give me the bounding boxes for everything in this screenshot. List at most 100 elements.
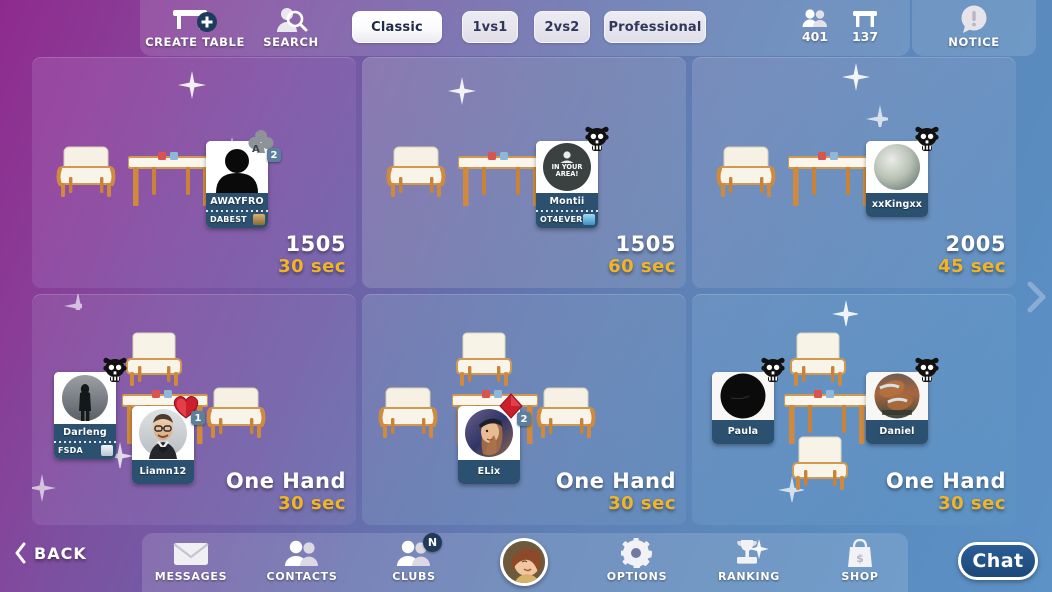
nav-label: CONTACTS [266,570,338,583]
table-card[interactable]: xxKingxx 2005 45 sec [692,57,1016,288]
table-list: A 2 AWAYFRO DABEST 1505 30 sec IN YOUR A… [32,57,1026,529]
table-info: One Hand 30 sec [886,469,1006,515]
table-time: 45 sec [938,256,1006,277]
table-info: 1505 30 sec [278,232,346,278]
svg-text:A: A [252,144,260,155]
create-table-button[interactable]: CREATE TABLE [145,0,245,56]
player-card[interactable]: 2 ELix [458,393,531,484]
top-toolbar: CREATE TABLE SEARCH Classic 1vs1 2vs2 Pr… [0,0,1052,56]
table-time: 30 sec [938,493,1006,514]
table-icon [853,11,877,27]
player-name: AWAYFRO [206,193,268,209]
player-name: Montii [536,193,598,209]
tables-open-value: 137 [851,29,879,44]
player-club: FSDA [54,444,116,459]
clubs-badge: N [423,533,442,552]
profile-avatar[interactable] [500,538,548,586]
create-table-label: CREATE TABLE [145,35,245,49]
mode-tab-2vs2[interactable]: 2vs2 [534,11,590,43]
nav-label: SHOP [841,570,879,583]
people-icon [802,9,827,27]
chevron-left-icon [15,542,26,564]
nav-label: MESSAGES [154,570,228,583]
player-name: xxKingxx [866,193,928,217]
player-card[interactable]: A 2 AWAYFRO DABEST [206,130,281,228]
back-label: BACK [34,543,87,563]
player-club: OT4EVER [536,213,598,228]
table-card[interactable]: 2 ELix One Hand 30 sec [362,294,686,525]
back-button[interactable]: BACK [14,542,87,564]
suit-badge-count: 2 [267,148,281,162]
nav-label: OPTIONS [606,570,668,583]
player-club: DABEST [206,213,268,228]
table-bet: 1505 [285,232,346,256]
table-time: 60 sec [608,256,676,277]
mode-tab-1vs1[interactable]: 1vs1 [462,11,518,43]
table-plus-icon [169,5,221,34]
chat-button[interactable]: Chat [958,542,1038,580]
nav-item-contacts[interactable]: CONTACTS [258,536,346,590]
scroll-right-arrow[interactable] [1026,278,1048,316]
nav-item-options[interactable]: OPTIONS [598,536,676,590]
table-time: 30 sec [608,493,676,514]
nav-label: CLUBS [392,570,436,583]
club-name: FSDA [58,446,83,455]
nav-item-shop[interactable]: $ SHOP [824,536,896,590]
club-logo-icon [253,214,265,225]
player-card[interactable]: Darleng FSDA [54,356,129,459]
search-person-icon [274,5,308,34]
players-online-value: 401 [801,29,829,44]
skull-icon [581,125,611,154]
club-logo-icon [101,445,113,456]
mode-tab-professional[interactable]: Professional [604,11,706,43]
player-card[interactable]: Daniel [866,356,941,444]
table-info: One Hand 30 sec [556,469,676,515]
table-time: 30 sec [278,256,346,277]
nav-item-ranking[interactable]: RANKING [708,536,790,590]
table-bet: One Hand [885,469,1006,493]
table-card[interactable]: Darleng FSDA 1 Liamn12 One Hand 30 sec [32,294,356,525]
suit-badge-heart: 1 [170,391,205,425]
skull-icon [911,356,941,385]
table-bet: One Hand [225,469,346,493]
player-name: Liamn12 [132,460,194,484]
players-online-counter: 401 [790,8,840,52]
notice-bubble-icon [958,5,990,34]
mode-tab-classic[interactable]: Classic [352,11,442,43]
suit-badge-count: 1 [191,411,205,425]
notice-button[interactable]: NOTICE [920,0,1028,56]
skull-icon [99,356,129,385]
table-card[interactable]: A 2 AWAYFRO DABEST 1505 30 sec [32,57,356,288]
player-card[interactable]: xxKingxx [866,125,941,217]
people-icon [283,536,321,570]
table-card[interactable]: Paula Daniel One Hand 30 sec [692,294,1016,525]
table-info: One Hand 30 sec [226,469,346,515]
table-card[interactable]: IN YOUR AREA! Montii OT4EVER 1505 60 sec [362,57,686,288]
suit-badge-club: A 2 [246,128,281,162]
nav-item-messages[interactable]: MESSAGES [152,536,230,590]
search-label: SEARCH [263,35,319,49]
trophy-icon [730,536,768,570]
search-button[interactable]: SEARCH [258,0,324,56]
skull-icon [911,125,941,154]
player-name: Daniel [866,420,928,444]
player-name: Darleng [54,424,116,440]
table-bet: 1505 [615,232,676,256]
notice-label: NOTICE [948,35,1000,49]
chat-label: Chat [972,550,1024,572]
table-bet: 2005 [945,232,1006,256]
people-icon: N [395,533,442,570]
svg-text:AREA!: AREA! [556,170,579,178]
player-card[interactable]: IN YOUR AREA! Montii OT4EVER [536,125,611,228]
skull-icon [757,356,787,385]
table-bet: One Hand [555,469,676,493]
envelope-icon [172,536,210,570]
player-card[interactable]: 1 Liamn12 [132,396,205,484]
table-info: 1505 60 sec [608,232,676,278]
suit-badge-diamond: 2 [496,392,531,426]
tables-open-counter: 137 [840,8,890,52]
svg-text:$: $ [856,552,864,565]
player-card[interactable]: Paula [712,356,787,444]
nav-label: RANKING [718,570,780,583]
nav-item-clubs[interactable]: N CLUBS [378,533,450,590]
